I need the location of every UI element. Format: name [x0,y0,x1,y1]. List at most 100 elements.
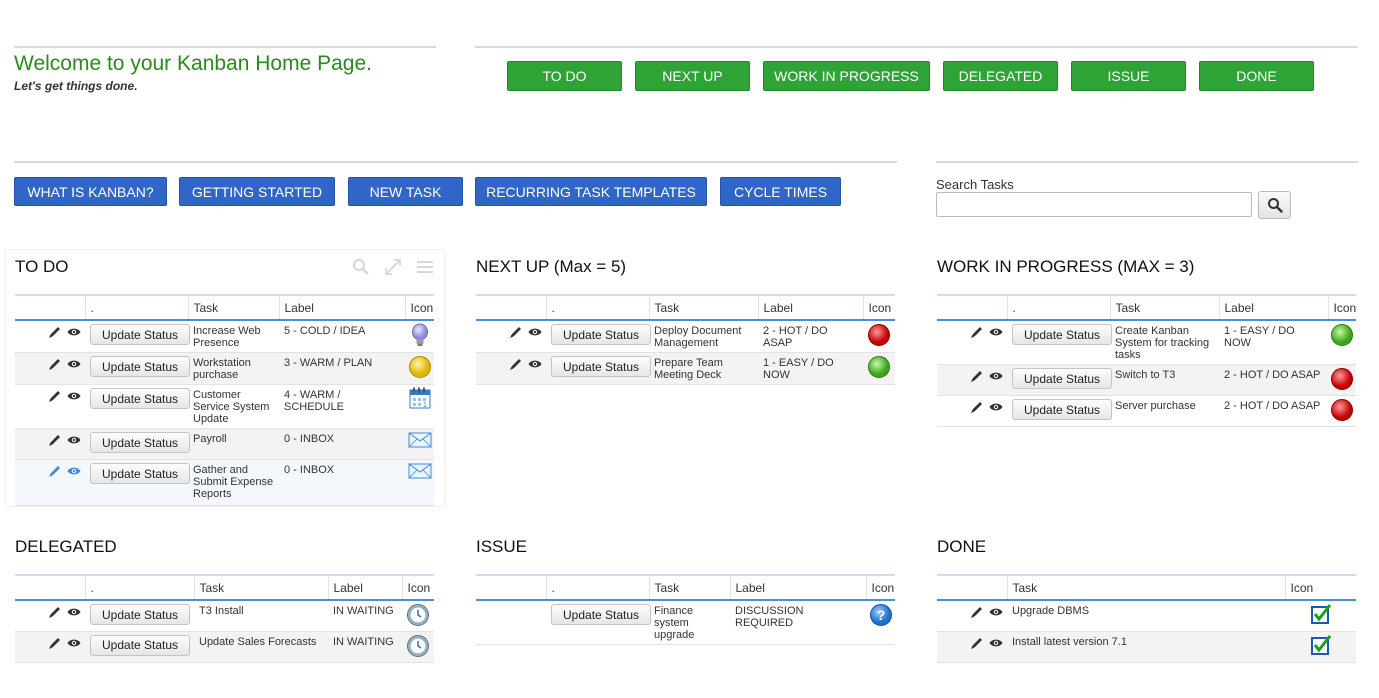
task-name[interactable]: Prepare Team Meeting Deck [649,352,758,385]
pencil-icon[interactable] [48,433,62,450]
column-header[interactable]: Label [328,574,403,601]
pencil-icon[interactable] [48,464,62,481]
table-header-row: . Task Label Icon [937,294,1356,321]
eye-icon[interactable] [989,607,1003,620]
cycle-times-button[interactable]: CYCLE TIMES [720,177,841,206]
task-name[interactable]: Workstation purchase [188,352,279,385]
recurring-task-templates-button[interactable]: RECURRING TASK TEMPLATES [475,177,707,206]
pencil-icon[interactable] [509,357,523,374]
task-name[interactable]: Deploy Document Management [649,320,758,353]
column-header[interactable]: Task [194,574,329,601]
update-status-button[interactable]: Update Status [551,356,652,377]
delegated-table: . Task Label Icon Update Status T3 Install IN … [15,574,434,663]
eye-icon[interactable] [67,391,81,404]
column-header[interactable]: Label [730,574,867,601]
getting-started-button[interactable]: GETTING STARTED [179,177,335,206]
update-status-button[interactable]: Update Status [1012,368,1113,389]
eye-icon[interactable] [67,435,81,448]
eye-icon[interactable] [528,359,542,372]
table-header-row: . Task Label Icon [15,294,434,321]
pencil-icon[interactable] [970,369,984,386]
task-name[interactable]: Server purchase [1110,395,1219,427]
column-header[interactable]: Icon [863,294,895,321]
pencil-icon[interactable] [970,400,984,417]
pencil-icon[interactable] [48,357,62,374]
update-status-button[interactable]: Update Status [90,356,191,377]
update-status-button[interactable]: Update Status [90,604,191,625]
task-name[interactable]: Create Kanban System for tracking tasks [1110,320,1219,365]
pencil-icon[interactable] [970,605,984,622]
eye-icon[interactable] [989,371,1003,384]
eye-icon[interactable] [67,607,81,620]
task-name[interactable]: Payroll [188,428,279,460]
task-name[interactable]: Install latest version 7.1 [1007,631,1285,663]
clock-icon [406,603,430,630]
column-header[interactable]: Label [758,294,864,321]
column-header[interactable]: Task [188,294,280,321]
column-header[interactable]: Icon [866,574,895,601]
task-name[interactable]: Customer Service System Update [188,384,279,429]
nav-wip-button[interactable]: WORK IN PROGRESS [763,61,930,91]
eye-icon[interactable] [67,359,81,372]
icon-cell [405,352,434,385]
search-icon[interactable] [352,258,370,276]
menu-icon[interactable] [416,258,434,276]
column-header[interactable]: . [1007,294,1111,321]
pencil-icon[interactable] [48,636,62,653]
update-status-button[interactable]: Update Status [1012,324,1113,345]
row-actions [937,600,1007,632]
new-task-button[interactable]: NEW TASK [348,177,463,206]
column-header[interactable]: . [85,574,195,601]
task-name[interactable]: Switch to T3 [1110,364,1219,396]
nav-delegated-button[interactable]: DELEGATED [943,61,1058,91]
pencil-icon[interactable] [970,325,984,342]
task-name[interactable]: Upgrade DBMS [1007,600,1285,632]
column-header[interactable]: Task [1110,294,1220,321]
eye-icon[interactable] [989,402,1003,415]
search-button[interactable] [1258,191,1291,219]
nav-done-button[interactable]: DONE [1199,61,1314,91]
column-header[interactable]: . [546,574,650,601]
task-name[interactable]: Gather and Submit Expense Reports [188,459,279,506]
column-header[interactable]: Task [1007,574,1286,601]
task-name[interactable]: Finance system upgrade [649,600,730,645]
search-input[interactable] [936,192,1252,217]
pencil-icon[interactable] [509,325,523,342]
column-header[interactable]: Icon [405,294,434,321]
update-status-button[interactable]: Update Status [90,634,191,656]
eye-icon[interactable] [528,327,542,340]
nav-next-up-button[interactable]: NEXT UP [635,61,750,91]
update-status-button[interactable]: Update Status [551,604,652,625]
column-header[interactable]: Icon [1285,574,1356,601]
column-header[interactable]: Task [649,574,731,601]
eye-icon[interactable] [67,466,81,479]
column-header[interactable]: . [546,294,650,321]
nav-todo-button[interactable]: TO DO [507,61,622,91]
column-header[interactable]: Label [1219,294,1329,321]
pencil-icon[interactable] [48,605,62,622]
column-header[interactable]: Label [279,294,406,321]
what-is-kanban-button[interactable]: WHAT IS KANBAN? [14,177,167,206]
column-header[interactable]: Task [649,294,759,321]
eye-icon[interactable] [67,638,81,651]
nav-issue-button[interactable]: ISSUE [1071,61,1186,91]
column-header[interactable]: Icon [1328,294,1356,321]
update-status-button[interactable]: Update Status [90,324,191,345]
task-name[interactable]: Update Sales Forecasts [194,631,328,663]
update-status-button[interactable]: Update Status [551,324,652,345]
pencil-icon[interactable] [48,325,62,342]
update-status-button[interactable]: Update Status [90,432,191,453]
expand-icon[interactable] [384,258,402,276]
pencil-icon[interactable] [48,389,62,406]
eye-icon[interactable] [67,327,81,340]
column-header[interactable]: Icon [402,574,434,601]
eye-icon[interactable] [989,327,1003,340]
task-name[interactable]: Increase Web Presence [188,320,279,353]
update-status-button[interactable]: Update Status [90,463,191,484]
task-name[interactable]: T3 Install [194,600,328,632]
column-header[interactable]: . [85,294,189,321]
eye-icon[interactable] [989,638,1003,651]
update-status-button[interactable]: Update Status [1012,399,1113,420]
update-status-button[interactable]: Update Status [90,388,191,409]
pencil-icon[interactable] [970,636,984,653]
